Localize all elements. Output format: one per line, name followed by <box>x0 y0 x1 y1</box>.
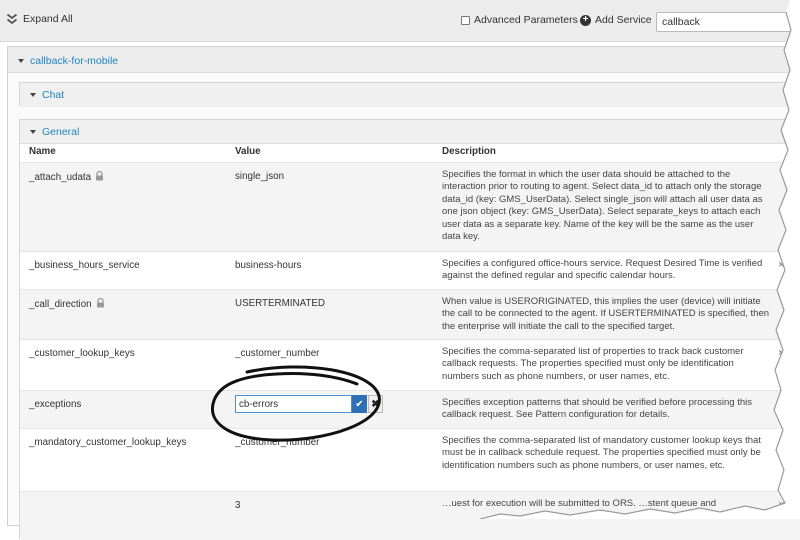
chat-section-title: Chat <box>42 89 65 101</box>
double-chevron-down-icon <box>6 13 18 25</box>
service-name[interactable]: callback-for-mobile <box>30 55 118 67</box>
caret-down-icon <box>18 59 24 63</box>
delete-icon[interactable]: × <box>778 436 784 448</box>
general-section-header[interactable]: General <box>20 120 800 144</box>
caret-down-icon <box>30 129 36 134</box>
table-row[interactable]: 3 …uest for execution will be submitted … <box>20 491 800 540</box>
parameter-value[interactable]: USERTERMINATED <box>235 298 325 309</box>
parameter-value[interactable]: 3 <box>235 500 240 511</box>
expand-all-button[interactable]: Expand All <box>6 10 73 28</box>
parameter-description: Specifies exception patterns that should… <box>442 397 752 421</box>
advanced-parameters-checkbox[interactable] <box>461 15 470 25</box>
delete-icon[interactable]: × <box>778 259 784 271</box>
advanced-parameters-label: Advanced Parameters <box>474 14 578 26</box>
lock-icon <box>95 170 104 184</box>
table-row[interactable]: _attach_udata single_json Specifies the … <box>20 162 800 251</box>
advanced-parameters-toggle[interactable]: Advanced Parameters <box>461 14 578 26</box>
delete-icon[interactable]: × <box>778 499 784 511</box>
column-header-value: Value <box>235 146 261 157</box>
table-row[interactable]: _customer_lookup_keys _customer_number S… <box>20 339 800 390</box>
parameter-value[interactable]: single_json <box>235 171 284 182</box>
parameter-value[interactable]: business-hours <box>235 260 301 271</box>
toolbar: Expand All Advanced Parameters + Add Ser… <box>0 0 800 42</box>
service-panel: callback-for-mobile × Chat General Name … <box>7 46 800 540</box>
parameter-name: _call_direction <box>29 299 92 310</box>
parameter-description: …uest for execution will be submitted to… <box>442 498 717 509</box>
plus-circle-icon: + <box>580 14 591 26</box>
lock-icon <box>96 297 105 311</box>
parameter-name: _attach_udata <box>29 172 92 183</box>
delete-icon[interactable]: × <box>778 347 784 359</box>
general-section-title: General <box>42 125 80 138</box>
search-input[interactable] <box>656 12 800 32</box>
parameter-value[interactable]: _customer_number <box>235 348 319 359</box>
chat-section: Chat <box>19 82 800 107</box>
parameter-name: _exceptions <box>29 399 82 410</box>
add-service-label: Add Service <box>595 14 652 26</box>
parameter-description: When value is USERORIGINATED, this impli… <box>442 296 770 332</box>
column-header-name: Name <box>29 146 56 157</box>
service-header[interactable]: callback-for-mobile × <box>8 47 800 73</box>
parameter-description: Specifies the comma-separated list of pr… <box>442 346 744 382</box>
expand-all-label: Expand All <box>23 13 73 25</box>
column-header-description: Description <box>442 146 496 157</box>
parameter-description: Specifies the format in which the user d… <box>442 169 763 243</box>
caret-down-icon <box>30 93 36 97</box>
table-row[interactable]: _call_direction USERTERMINATED When valu… <box>20 289 800 339</box>
table-row[interactable]: _business_hours_service business-hours S… <box>20 251 800 289</box>
parameter-name: _business_hours_service <box>29 260 140 271</box>
chat-section-header[interactable]: Chat <box>20 83 800 107</box>
general-section: General Name Value Description _attach_u… <box>19 119 800 540</box>
close-icon[interactable]: × <box>793 52 800 68</box>
table-row[interactable]: _exceptions ✔ ✖ Specifies exception patt… <box>20 390 800 428</box>
delete-icon[interactable]: × <box>778 398 784 410</box>
parameter-description: Specifies the comma-separated list of ma… <box>442 435 761 471</box>
add-service-button[interactable]: + Add Service <box>580 14 652 26</box>
parameter-name: _customer_lookup_keys <box>29 348 135 359</box>
table-row[interactable]: _mandatory_customer_lookup_keys _custome… <box>20 428 800 491</box>
parameter-description: Specifies a configured office-hours serv… <box>442 258 763 282</box>
parameter-name: _mandatory_customer_lookup_keys <box>29 437 187 448</box>
callout-ellipse <box>210 365 381 442</box>
